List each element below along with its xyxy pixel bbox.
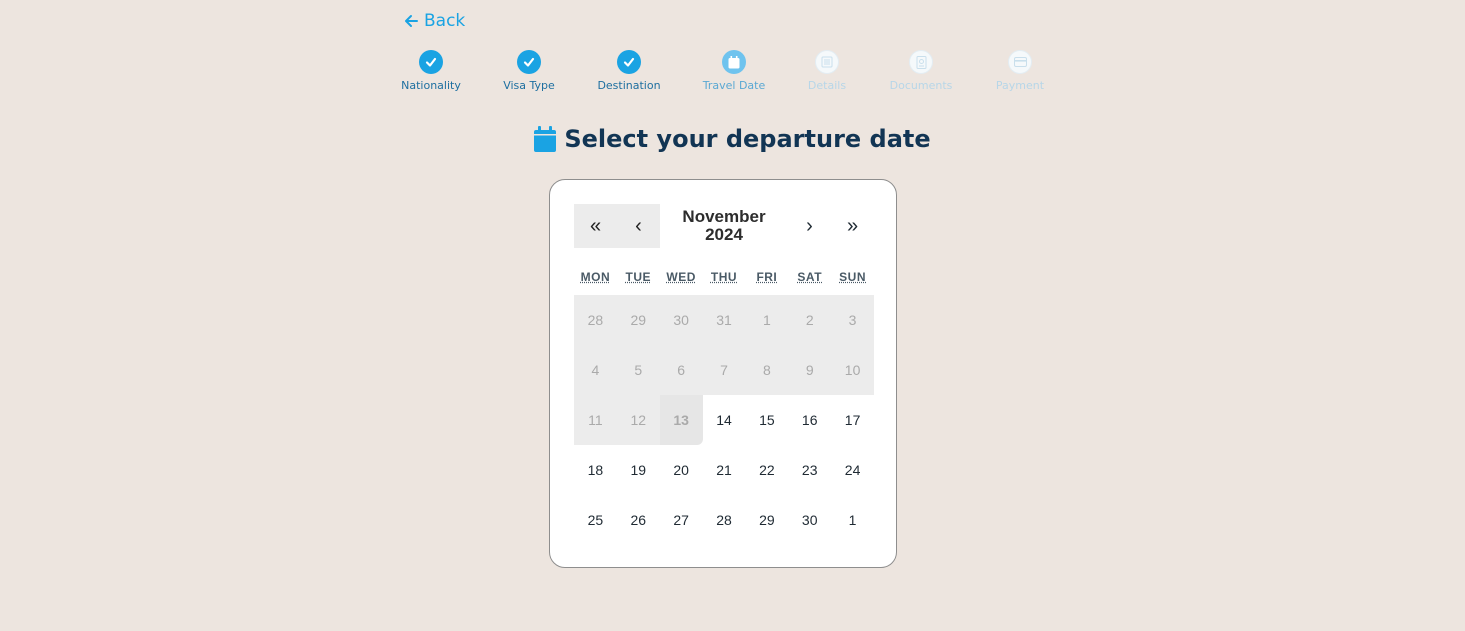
weekday-thu: THU [710,270,738,284]
back-button[interactable]: Back [404,11,465,31]
step-label: Details [807,79,847,92]
calendar-day: 10 [831,345,874,395]
calendar-day[interactable]: 26 [617,495,660,545]
calendar-day[interactable]: 21 [703,445,746,495]
year-label: 2024 [705,225,743,244]
list-icon [815,50,839,74]
step-label: Destination [597,79,661,92]
weekday-fri: FRI [756,270,778,284]
calendar-day: 7 [702,345,746,395]
month-year-label[interactable]: November 2024 [660,208,788,244]
step-visa-type[interactable]: Visa Type [474,50,584,92]
calendar-day[interactable]: 23 [788,445,831,495]
back-label: Back [424,11,466,31]
calendar-day-today: 13 [659,395,703,445]
step-label: Documents [889,79,953,92]
calendar-icon [534,126,557,152]
weekday-header: MON TUE WED THU FRI SAT SUN [574,270,874,284]
passport-icon [909,50,933,74]
step-destination[interactable]: Destination [574,50,684,92]
progress-stepper: Nationality Visa Type Destination Travel Da… [0,50,1465,100]
step-documents: Documents [866,50,976,92]
calendar-navigation: « ‹ November 2024 › » [574,204,874,248]
step-nationality[interactable]: Nationality [376,50,486,92]
credit-card-icon [1008,50,1032,74]
check-icon [517,50,541,74]
calendar-day: 4 [574,345,617,395]
day-grid: 28 29 30 31 1 2 3 4 5 6 7 8 9 10 11 12 13 14 15 16 17 18 19 20 2… [574,295,874,545]
prev-year-button[interactable]: « [574,204,617,248]
calendar-day[interactable]: 14 [703,395,746,445]
arrow-left-icon [405,15,418,27]
calendar-day: 12 [616,395,660,445]
weekday-wed: WED [666,270,696,284]
prev-month-button[interactable]: ‹ [617,204,660,248]
calendar-day: 5 [616,345,660,395]
calendar-day: 1 [745,295,789,345]
calendar-day[interactable]: 15 [745,395,788,445]
weekday-sat: SAT [797,270,823,284]
step-label: Visa Type [503,79,555,92]
step-label: Nationality [401,79,461,92]
calendar-day[interactable]: 30 [788,495,831,545]
weekday-mon: MON [580,270,611,284]
calendar-day[interactable]: 29 [745,495,788,545]
weekday-sun: SUN [839,270,866,284]
calendar-day: 2 [788,295,832,345]
calendar-day: 11 [574,395,617,445]
next-month-button[interactable]: › [788,204,831,248]
calendar-day: 8 [745,345,789,395]
calendar-day[interactable]: 19 [617,445,660,495]
calendar-day[interactable]: 24 [831,445,874,495]
calendar-day: 3 [831,295,874,345]
calendar-day[interactable]: 20 [660,445,703,495]
step-label: Payment [995,79,1045,92]
calendar-day: 28 [574,295,617,345]
weekday-tue: TUE [625,270,652,284]
calendar-icon [722,50,746,74]
calendar-day: 29 [616,295,660,345]
calendar-day: 31 [702,295,746,345]
calendar-day[interactable]: 16 [788,395,831,445]
calendar-day: 6 [659,345,703,395]
calendar-day: 30 [659,295,703,345]
calendar-day: 9 [788,345,832,395]
page-title: Select your departure date [564,125,931,153]
calendar-day[interactable]: 25 [574,495,617,545]
next-year-button[interactable]: » [831,204,874,248]
date-picker-calendar: « ‹ November 2024 › » MON TUE WED THU FRI SAT… [549,179,897,568]
calendar-day[interactable]: 22 [745,445,788,495]
calendar-day[interactable]: 17 [831,395,874,445]
check-icon [419,50,443,74]
step-label: Travel Date [702,79,766,92]
calendar-day[interactable]: 1 [831,495,874,545]
calendar-day[interactable]: 27 [660,495,703,545]
month-label: November [682,207,766,226]
calendar-day[interactable]: 18 [574,445,617,495]
calendar-day[interactable]: 28 [703,495,746,545]
check-icon [617,50,641,74]
step-payment: Payment [965,50,1075,92]
page-heading: Select your departure date [0,125,1465,153]
